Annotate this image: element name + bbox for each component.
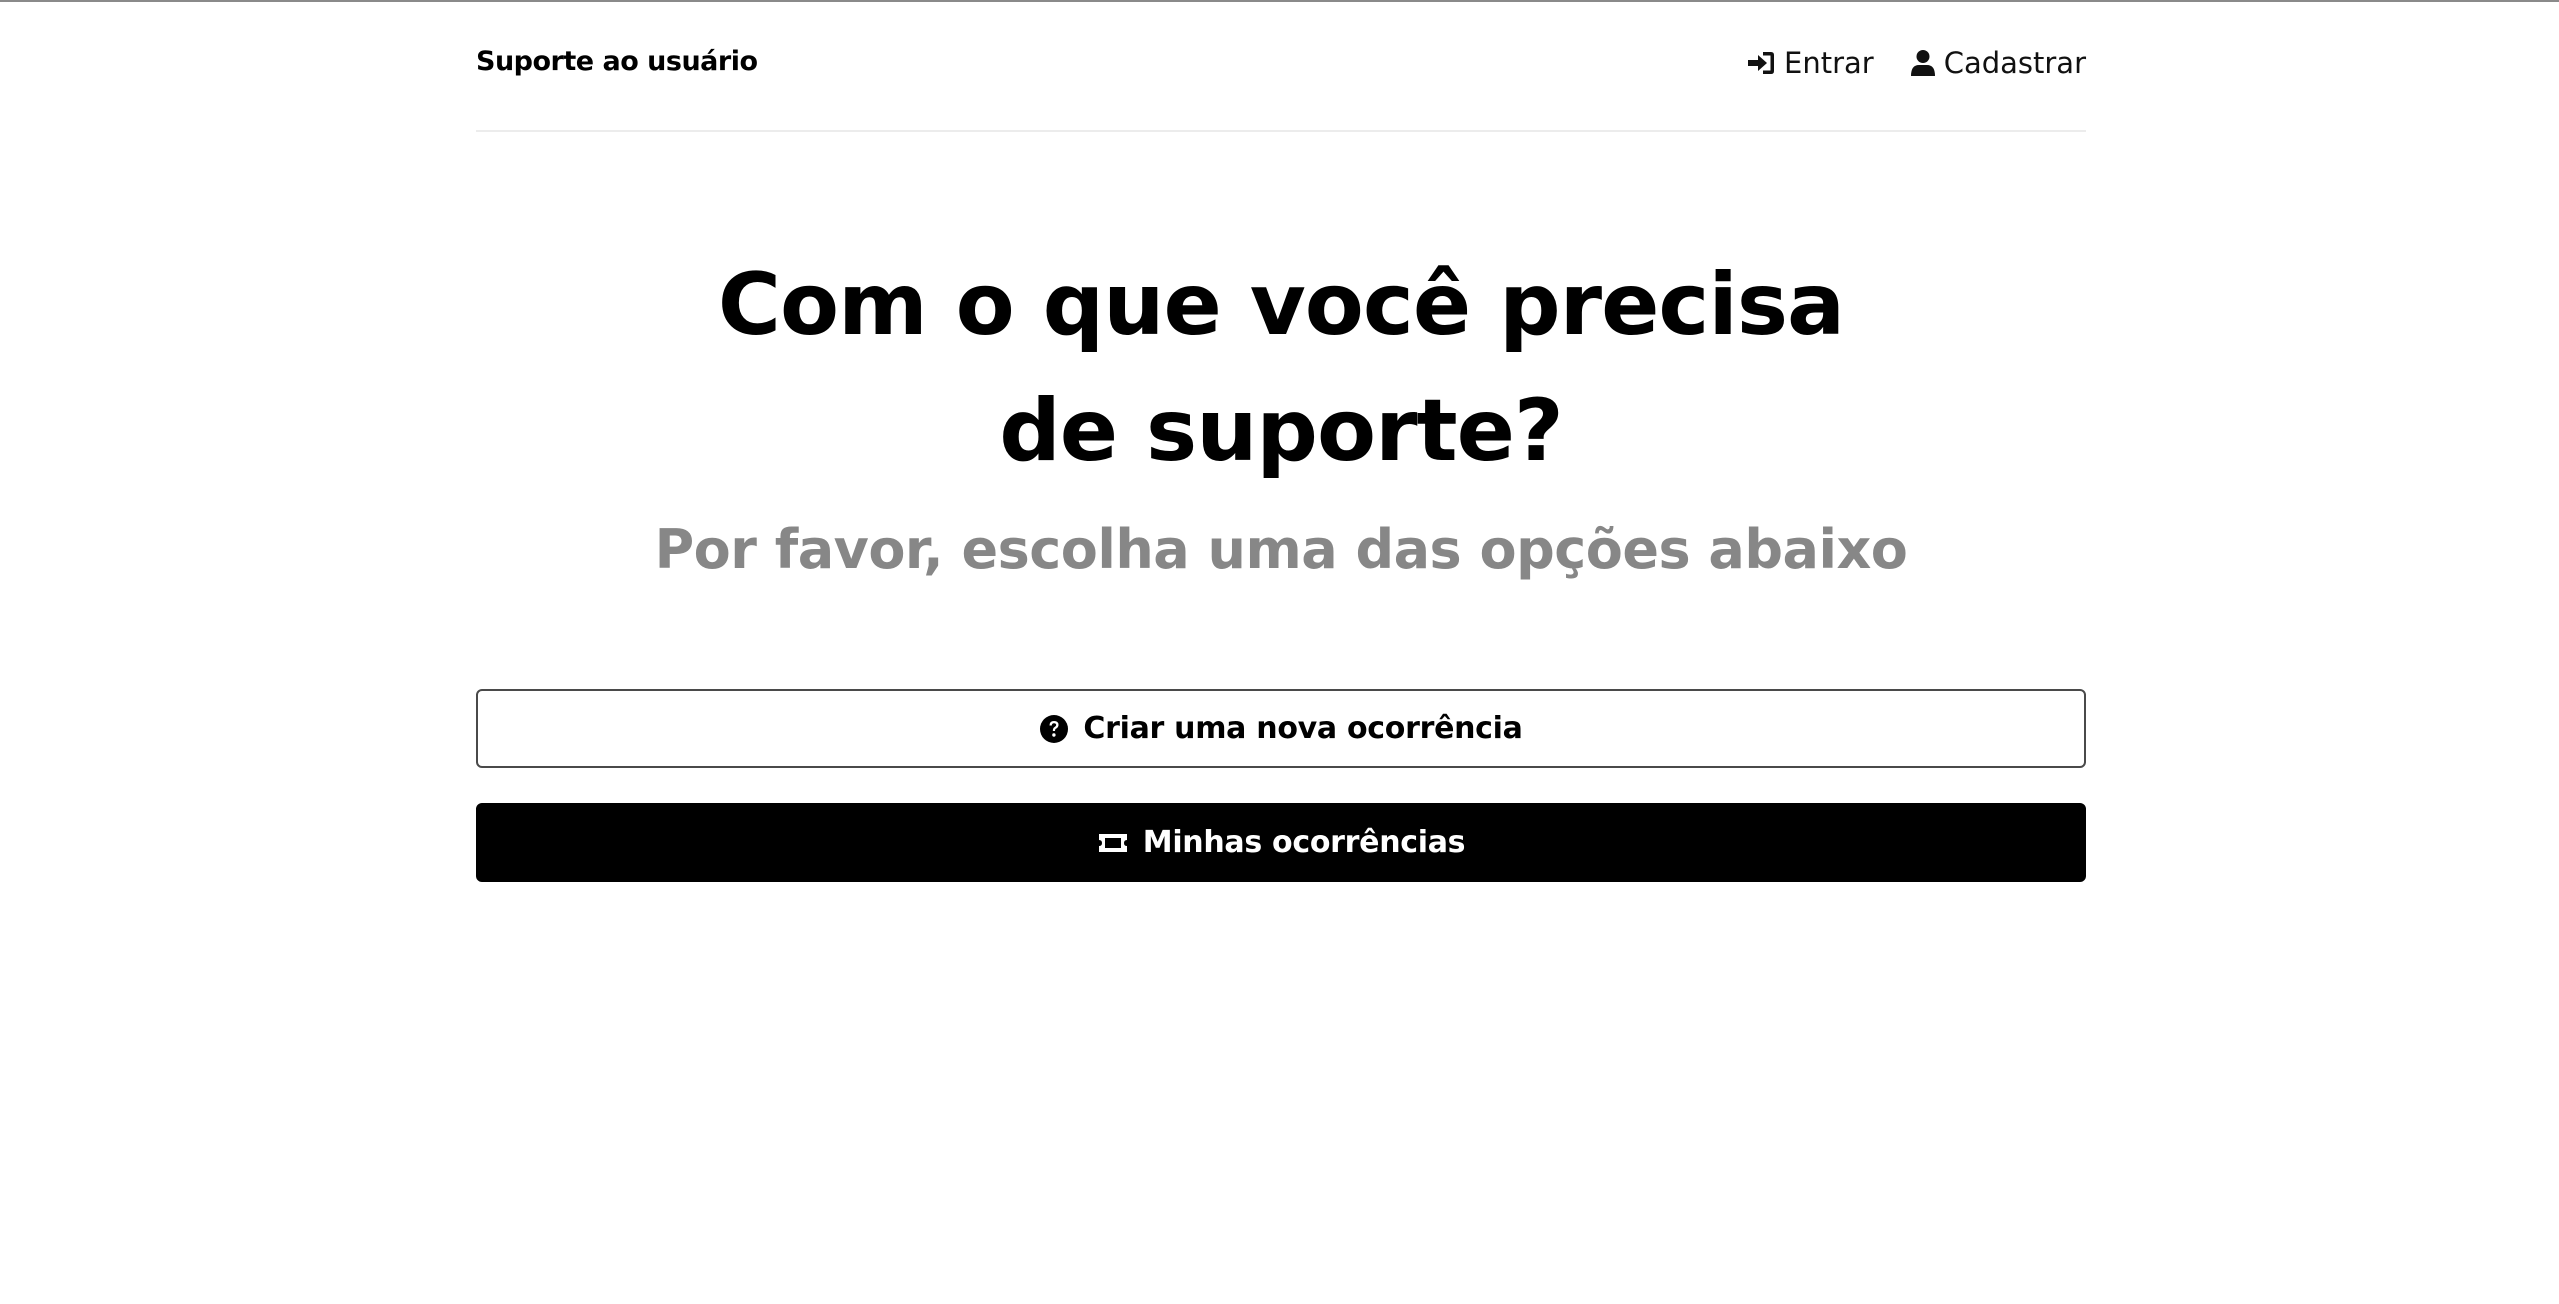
new-ticket-label: Criar uma nova ocorrência [1083,711,1523,746]
new-ticket-button[interactable]: Criar uma nova ocorrência [476,689,2086,768]
user-icon [1910,49,1936,77]
page-title: Com o que você precisa de suporte? [717,255,1845,481]
brand-title[interactable]: Suporte ao usuário [476,46,758,77]
register-label: Cadastrar [1943,46,2086,80]
my-tickets-button[interactable]: Minhas ocorrências [476,803,2086,882]
hero-section: Com o que você precisa de suporte? Por f… [476,242,2086,581]
ticket-icon [1097,831,1129,855]
register-link[interactable]: Cadastrar [1910,46,2086,80]
login-label: Entrar [1784,46,1874,80]
question-circle-icon [1039,714,1069,744]
page-subtitle: Por favor, escolha uma das opções abaixo [654,518,1908,581]
sign-in-icon [1746,49,1776,77]
login-link[interactable]: Entrar [1746,46,1874,80]
header-nav: Entrar Cadastrar [1746,46,2086,80]
page-container: Suporte ao usuário Entrar Cadastrar Com … [476,0,2086,1304]
site-header: Suporte ao usuário Entrar Cadastrar [476,2,2086,132]
my-tickets-label: Minhas ocorrências [1142,825,1466,860]
